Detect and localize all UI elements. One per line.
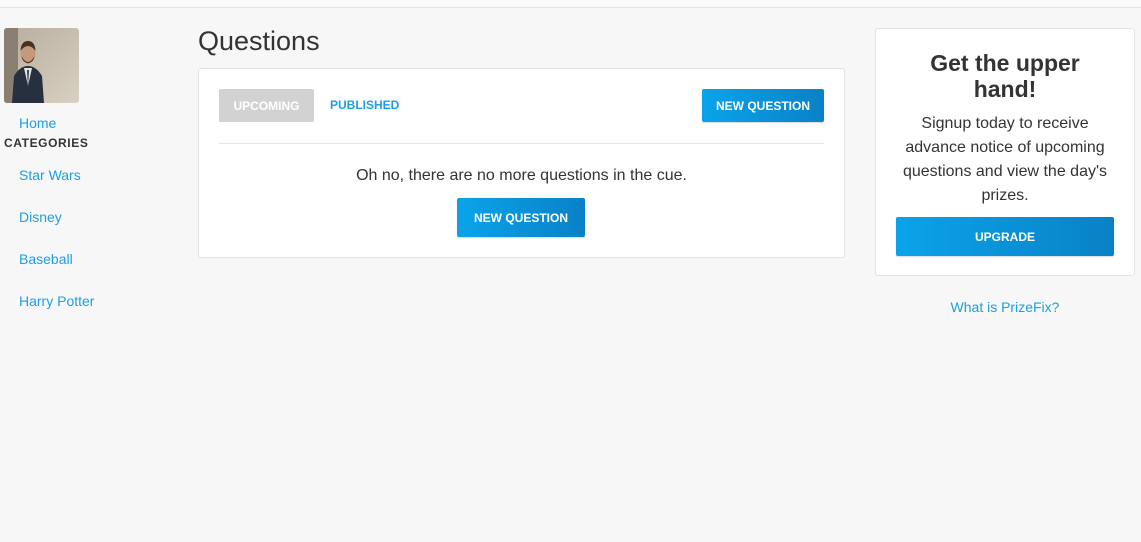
sidebar-item-star-wars[interactable]: Star Wars: [19, 167, 174, 209]
tab-upcoming[interactable]: UPCOMING: [219, 89, 314, 122]
new-question-button[interactable]: NEW QUESTION: [702, 89, 824, 122]
question-tabs: UPCOMING PUBLISHED NEW QUESTION: [219, 89, 824, 144]
top-bar: [0, 0, 1141, 8]
empty-state-new-question-button[interactable]: NEW QUESTION: [457, 198, 585, 237]
upgrade-button[interactable]: UPGRADE: [896, 217, 1114, 256]
sidebar-item-baseball[interactable]: Baseball: [19, 251, 174, 293]
avatar[interactable]: [4, 28, 79, 103]
empty-state-message: Oh no, there are no more questions in th…: [356, 167, 687, 184]
page-title: Questions: [198, 26, 320, 56]
what-is-prizefix-link[interactable]: What is PrizeFix?: [875, 299, 1135, 315]
promo-title: Get the upper hand!: [930, 50, 1080, 102]
sidebar-item-home[interactable]: Home: [19, 115, 174, 131]
sidebar: Home CATEGORIES Star Wars Disney Basebal…: [4, 28, 174, 335]
promo-text: Signup today to receive advance notice o…: [902, 115, 1108, 204]
category-list: Star Wars Disney Baseball Harry Potter: [4, 167, 174, 335]
avatar-photo: [4, 28, 79, 103]
sidebar-item-disney[interactable]: Disney: [19, 209, 174, 251]
upgrade-promo: Get the upper hand! Signup today to rece…: [875, 28, 1135, 276]
categories-heading: CATEGORIES: [4, 136, 89, 150]
questions-card: UPCOMING PUBLISHED NEW QUESTION Oh no, t…: [198, 68, 845, 258]
sidebar-item-harry-potter[interactable]: Harry Potter: [19, 293, 174, 335]
tab-published[interactable]: PUBLISHED: [330, 98, 399, 112]
